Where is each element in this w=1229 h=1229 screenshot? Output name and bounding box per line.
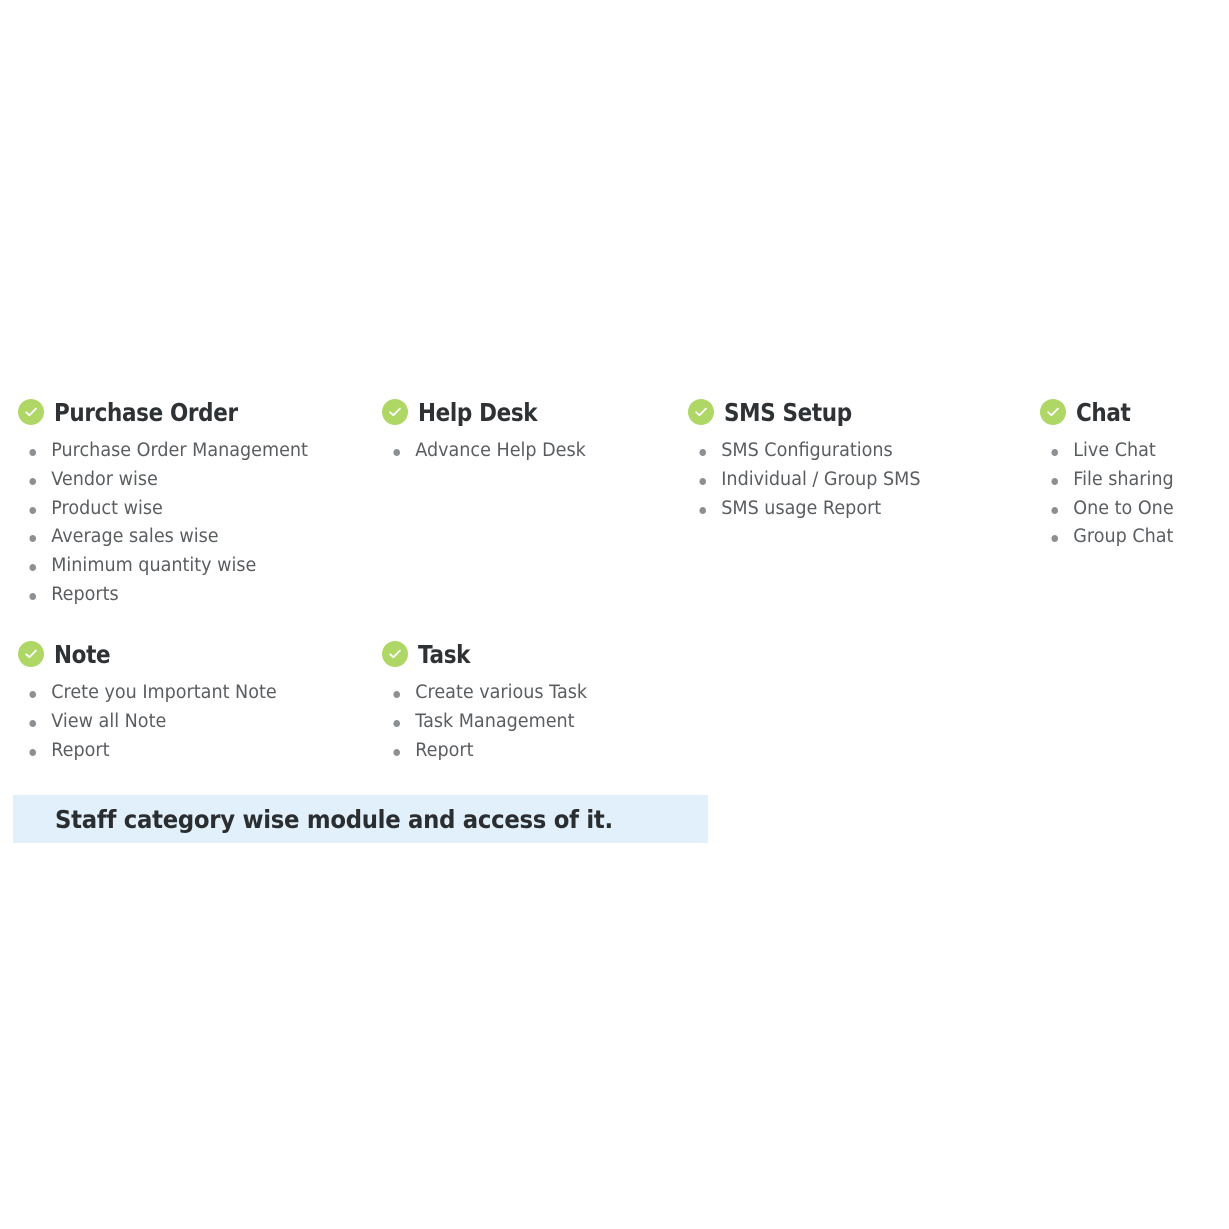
feature-list-item-label: View all Note (51, 710, 167, 732)
feature-list: Advance Help Desk (382, 437, 597, 466)
bullet-dot-icon (29, 449, 37, 456)
check-circle-icon (382, 641, 408, 667)
feature-list-item-label: Crete you Important Note (51, 682, 277, 703)
feature-card-header: Purchase Order (18, 396, 323, 428)
feature-card-chat: Chat Live Chat File sharing One to One Group… (1040, 396, 1181, 552)
feature-card-sms-setup: SMS Setup SMS Configurations Individual / … (688, 396, 933, 523)
feature-list-item: Create various Task (382, 679, 587, 708)
bullet-dot-icon (1051, 477, 1059, 485)
highlight-banner-text: Staff category wise module and access of… (55, 804, 613, 834)
bullet-dot-icon (699, 477, 707, 485)
bullet-dot-icon (29, 592, 37, 600)
feature-list: Create various Task Task Management Report (382, 679, 598, 765)
feature-list-item-label: Reports (51, 583, 119, 605)
feature-card-title: Purchase Order (54, 397, 238, 427)
bullet-dot-icon (1051, 506, 1059, 514)
feature-list-item: Live Chat (1040, 437, 1174, 466)
feature-list-item: Group Chat (1040, 523, 1174, 552)
feature-card-task: Task Create various Task Task Management Re… (382, 638, 598, 765)
bullet-dot-icon (393, 719, 401, 727)
feature-list-item-label: Advance Help Desk (415, 440, 586, 461)
feature-list-item: Minimum quantity wise (18, 552, 308, 581)
feature-list-item: Report (382, 737, 587, 766)
bullet-dot-icon (699, 449, 707, 456)
feature-list: SMS Configurations Individual / Group SMS… (688, 437, 933, 523)
feature-list-item-label: Average sales wise (51, 526, 219, 548)
feature-list-item-label: One to One (1073, 497, 1174, 519)
feature-list-item-label: Create various Task (415, 682, 588, 703)
feature-card-title: Help Desk (418, 397, 538, 427)
feature-list-item: SMS usage Report (688, 495, 921, 524)
bullet-dot-icon (29, 477, 37, 485)
feature-card-purchase-order: Purchase Order Purchase Order Management V… (18, 396, 323, 610)
feature-list-item-label: Vendor wise (51, 468, 158, 490)
feature-card-header: Chat (1040, 396, 1181, 428)
bullet-dot-icon (29, 748, 37, 756)
check-circle-icon (382, 399, 408, 425)
feature-list-item: Reports (18, 581, 308, 610)
feature-list-item: Vendor wise (18, 466, 308, 495)
check-circle-icon (688, 399, 714, 425)
feature-list-item: View all Note (18, 708, 277, 737)
feature-card-header: SMS Setup (688, 396, 933, 428)
feature-list-item: Purchase Order Management (18, 437, 308, 466)
feature-list-item: Individual / Group SMS (688, 466, 921, 495)
feature-list-item-label: Individual / Group SMS (721, 468, 921, 490)
feature-card-title: Chat (1076, 397, 1131, 427)
feature-list-item-label: Purchase Order Management (51, 440, 308, 461)
feature-list-item-label: Group Chat (1073, 526, 1174, 548)
bullet-dot-icon (393, 449, 401, 456)
feature-card-title: Note (54, 639, 111, 669)
feature-card-title: Task (418, 639, 471, 669)
check-circle-icon (18, 399, 44, 425)
bullet-dot-icon (29, 564, 37, 572)
feature-list-item-label: SMS Configurations (721, 440, 893, 461)
feature-card-title: SMS Setup (724, 397, 852, 427)
feature-card-header: Note (18, 638, 290, 670)
feature-list-item-label: Live Chat (1073, 440, 1156, 461)
bullet-dot-icon (29, 719, 37, 727)
feature-list-item: SMS Configurations (688, 437, 921, 466)
bullet-dot-icon (29, 535, 37, 543)
feature-list-item-label: Report (51, 739, 110, 761)
bullet-dot-icon (1051, 535, 1059, 543)
feature-list-item-label: Task Management (415, 710, 575, 732)
feature-list-item-label: Report (415, 739, 474, 761)
feature-list-item: Report (18, 737, 277, 766)
feature-list-item: Average sales wise (18, 523, 308, 552)
bullet-dot-icon (393, 748, 401, 756)
feature-list-item: File sharing (1040, 466, 1174, 495)
feature-card-note: Note Crete you Important Note View all Not… (18, 638, 290, 765)
feature-list-item-label: Product wise (51, 497, 163, 519)
bullet-dot-icon (29, 691, 37, 698)
bullet-dot-icon (29, 506, 37, 514)
check-circle-icon (1040, 399, 1066, 425)
feature-list-item: Task Management (382, 708, 587, 737)
feature-list-item-label: SMS usage Report (721, 497, 882, 519)
feature-list-item: Product wise (18, 495, 308, 524)
bullet-dot-icon (1051, 449, 1059, 456)
check-circle-icon (18, 641, 44, 667)
feature-module-grid: Purchase Order Purchase Order Management V… (0, 0, 1229, 1229)
feature-card-header: Help Desk (382, 396, 597, 428)
feature-list-item: Advance Help Desk (382, 437, 586, 466)
feature-card-header: Task (382, 638, 598, 670)
feature-list-item-label: File sharing (1073, 468, 1174, 490)
feature-list: Live Chat File sharing One to One Group Cha… (1040, 437, 1181, 552)
bullet-dot-icon (699, 506, 707, 514)
feature-list-item: Crete you Important Note (18, 679, 277, 708)
bullet-dot-icon (393, 691, 401, 698)
feature-list: Crete you Important Note View all Note Rep… (18, 679, 290, 765)
feature-list-item-label: Minimum quantity wise (51, 555, 257, 577)
feature-list-item: One to One (1040, 495, 1174, 524)
highlight-banner: Staff category wise module and access of… (13, 795, 708, 843)
feature-list: Purchase Order Management Vendor wise Prod… (18, 437, 323, 610)
feature-card-help-desk: Help Desk Advance Help Desk (382, 396, 597, 466)
